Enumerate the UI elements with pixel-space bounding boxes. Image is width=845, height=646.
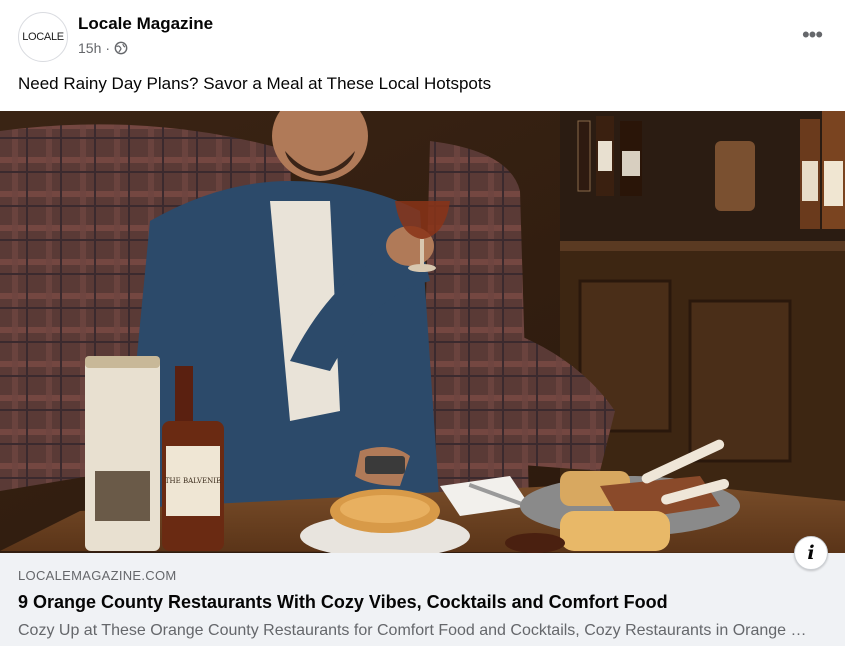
bottle-label-text: THE BALVENIE [165, 477, 221, 485]
page-name-link[interactable]: Locale Magazine [78, 14, 213, 34]
post-caption: Need Rainy Day Plans? Savor a Meal at Th… [18, 74, 492, 93]
page-avatar[interactable]: LOCALE [18, 12, 68, 62]
photo-illustration: THE BALVENIE [0, 111, 845, 553]
info-button[interactable]: i [794, 536, 828, 570]
info-icon: i [807, 542, 815, 564]
link-preview[interactable]: LOCALEMAGAZINE.COM 9 Orange County Resta… [0, 553, 845, 646]
post-meta: 15h · [78, 40, 128, 56]
post-header: LOCALE Locale Magazine 15h · ••• [0, 0, 845, 68]
link-title[interactable]: 9 Orange County Restaurants With Cozy Vi… [18, 592, 668, 613]
feed-post: LOCALE Locale Magazine 15h · ••• Need Ra… [0, 0, 845, 646]
avatar-logo-text: LOCALE [22, 31, 64, 43]
link-domain: LOCALEMAGAZINE.COM [18, 568, 177, 583]
post-photo[interactable]: THE BALVENIE [0, 111, 845, 553]
meta-separator: · [105, 40, 111, 56]
globe-icon[interactable] [114, 41, 128, 55]
more-options-button[interactable]: ••• [799, 22, 825, 48]
link-description: Cozy Up at These Orange County Restauran… [18, 622, 813, 639]
more-horizontal-icon: ••• [801, 22, 823, 47]
post-timestamp[interactable]: 15h [78, 40, 101, 56]
